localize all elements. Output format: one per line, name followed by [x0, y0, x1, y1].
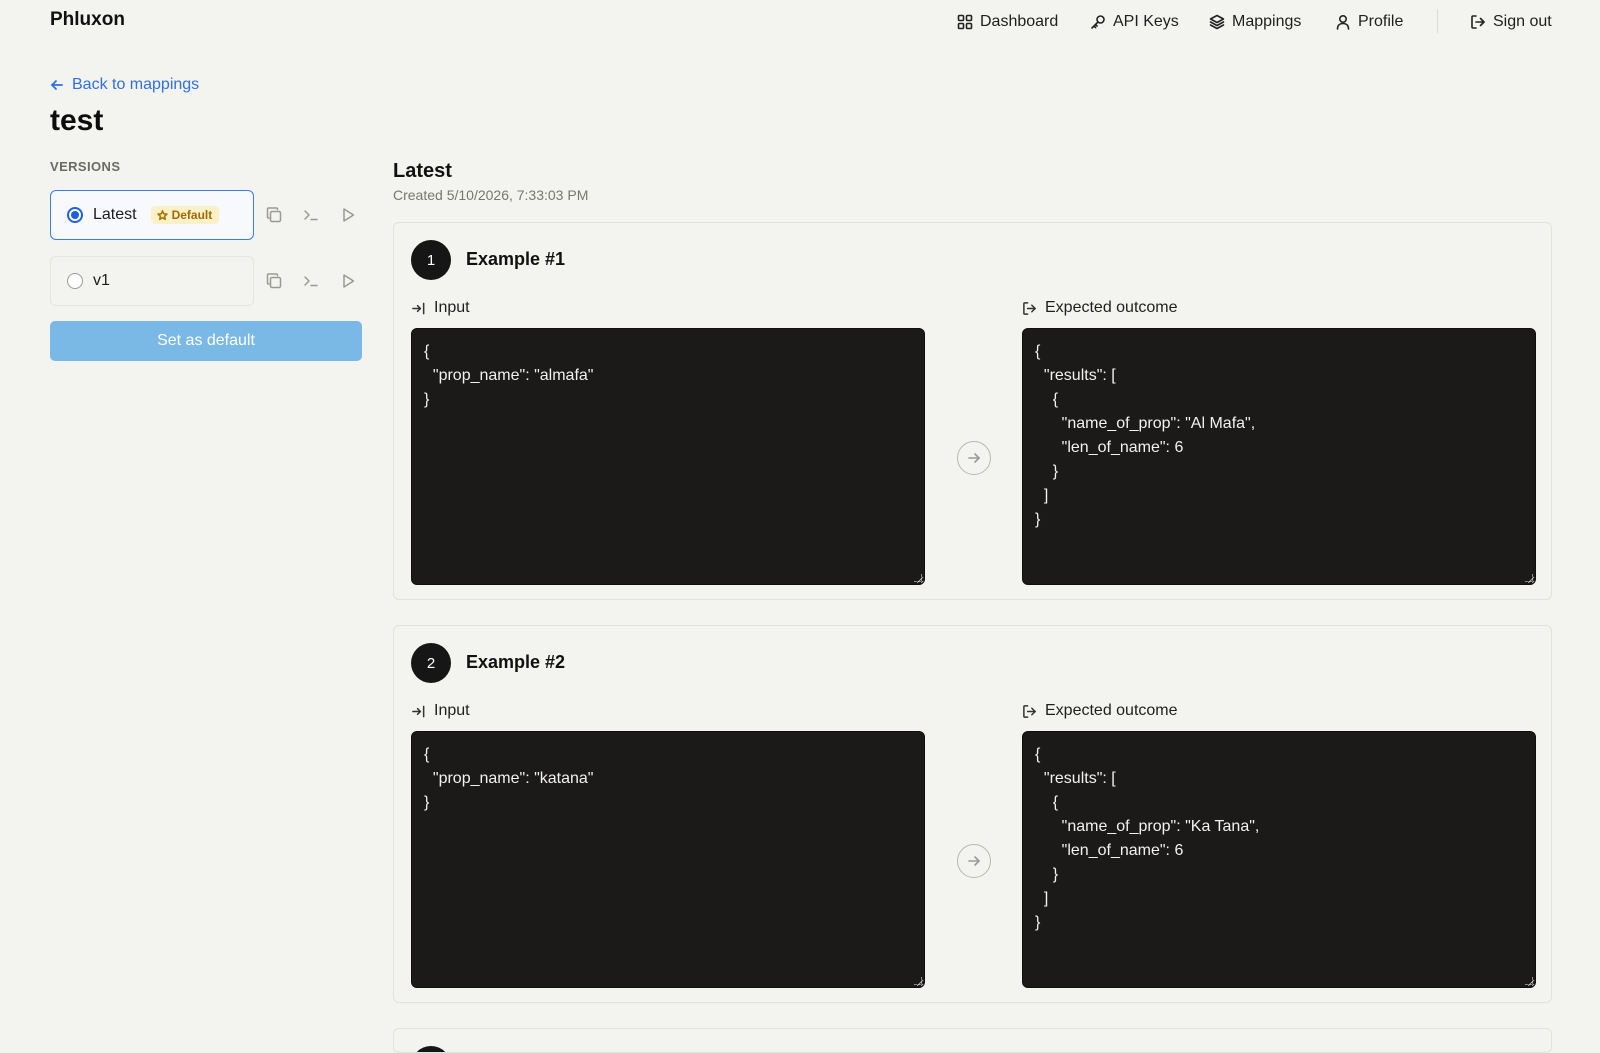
versions-heading: VERSIONS	[50, 159, 121, 174]
radio-selected[interactable]	[67, 207, 83, 223]
expected-outcome-label-text: Expected outcome	[1045, 299, 1178, 316]
expected-outcome-label-text: Expected outcome	[1045, 702, 1178, 719]
terminal-icon	[304, 210, 318, 221]
copy-version-button[interactable]	[265, 206, 283, 224]
copy-icon	[266, 273, 282, 289]
example-number: 2	[411, 643, 451, 683]
set-as-default-button[interactable]: Set as default	[50, 321, 362, 361]
back-to-mappings-link[interactable]: Back to mappings	[50, 76, 199, 94]
terminal-button[interactable]	[302, 272, 320, 290]
run-version-button[interactable]	[339, 272, 357, 290]
nav-dashboard-label: Dashboard	[980, 13, 1059, 30]
page-title: test	[50, 104, 104, 137]
nav-api-keys[interactable]: API Keys	[1090, 11, 1179, 33]
example-title: Example #2	[466, 652, 566, 672]
key-icon	[1091, 15, 1105, 29]
terminal-button[interactable]	[302, 206, 320, 224]
version-name: Latest	[93, 206, 137, 223]
input-label: Input	[411, 702, 470, 720]
version-card-latest[interactable]: Latest Default	[50, 190, 254, 240]
expected-outcome-label: Expected outcome	[1022, 702, 1178, 720]
brand-logo[interactable]: Phluxon	[50, 9, 125, 31]
play-icon	[343, 208, 355, 222]
dashboard-icon	[957, 14, 973, 30]
default-badge: Default	[150, 206, 220, 224]
copy-icon	[266, 207, 282, 223]
nav-divider	[1437, 9, 1438, 33]
layers-icon	[1209, 14, 1225, 30]
example-card: 1 Example #1 Input { "prop_name": "almaf…	[393, 222, 1552, 600]
sign-out-button[interactable]: Sign out	[1470, 11, 1552, 33]
output-icon	[1023, 704, 1036, 718]
expected-outcome-code-editor[interactable]: { "results": [ { "name_of_prop": "Ka Tan…	[1022, 731, 1536, 988]
input-label: Input	[411, 299, 470, 317]
play-icon	[343, 274, 355, 288]
version-row-latest: Latest Default	[50, 190, 362, 240]
top-navigation: Phluxon Dashboard API Keys Mappings Prof…	[0, 0, 1600, 44]
arrow-right-indicator	[957, 441, 991, 475]
resize-handle[interactable]	[914, 574, 922, 582]
sign-out-icon	[1471, 15, 1485, 29]
back-link-label: Back to mappings	[72, 76, 200, 93]
arrow-right-indicator	[957, 844, 991, 878]
resize-handle[interactable]	[1525, 977, 1533, 985]
input-label-text: Input	[434, 702, 470, 719]
resize-handle[interactable]	[914, 977, 922, 985]
nav-api-keys-label: API Keys	[1113, 13, 1179, 30]
arrow-right-icon	[968, 453, 980, 463]
arrow-left-icon	[51, 80, 63, 90]
version-title: Latest	[393, 160, 452, 182]
output-icon	[1023, 301, 1036, 315]
example-title: Example #1	[466, 249, 566, 269]
version-row-v1: v1	[50, 256, 362, 306]
input-label-text: Input	[434, 299, 470, 316]
default-badge-label: Default	[171, 208, 213, 222]
version-created-date: Created 5/10/2026, 7:33:03 PM	[393, 187, 589, 203]
arrow-right-icon	[968, 856, 980, 866]
expected-outcome-label: Expected outcome	[1022, 299, 1178, 317]
input-icon	[412, 705, 425, 717]
user-icon	[1336, 14, 1350, 30]
input-code-editor[interactable]: { "prop_name": "almafa" }	[411, 328, 925, 585]
nav-profile-label: Profile	[1358, 13, 1404, 30]
radio-unselected[interactable]	[67, 273, 83, 289]
expected-outcome-code-editor[interactable]: { "results": [ { "name_of_prop": "Al Maf…	[1022, 328, 1536, 585]
resize-handle[interactable]	[1525, 574, 1533, 582]
terminal-icon	[304, 276, 318, 287]
input-icon	[412, 302, 425, 314]
version-name: v1	[93, 272, 110, 289]
nav-mappings-label: Mappings	[1232, 13, 1302, 30]
sign-out-label: Sign out	[1493, 13, 1552, 30]
nav-mappings[interactable]: Mappings	[1209, 11, 1301, 33]
nav-profile[interactable]: Profile	[1335, 11, 1403, 33]
input-code-editor[interactable]: { "prop_name": "katana" }	[411, 731, 925, 988]
example-number	[411, 1046, 451, 1052]
copy-version-button[interactable]	[265, 272, 283, 290]
example-card	[393, 1028, 1552, 1053]
nav-dashboard[interactable]: Dashboard	[957, 11, 1058, 33]
example-card: 2 Example #2 Input { "prop_name": "katan…	[393, 625, 1552, 1003]
star-icon	[156, 209, 168, 220]
version-card-v1[interactable]: v1	[50, 256, 254, 306]
run-version-button[interactable]	[339, 206, 357, 224]
example-number: 1	[411, 240, 451, 280]
